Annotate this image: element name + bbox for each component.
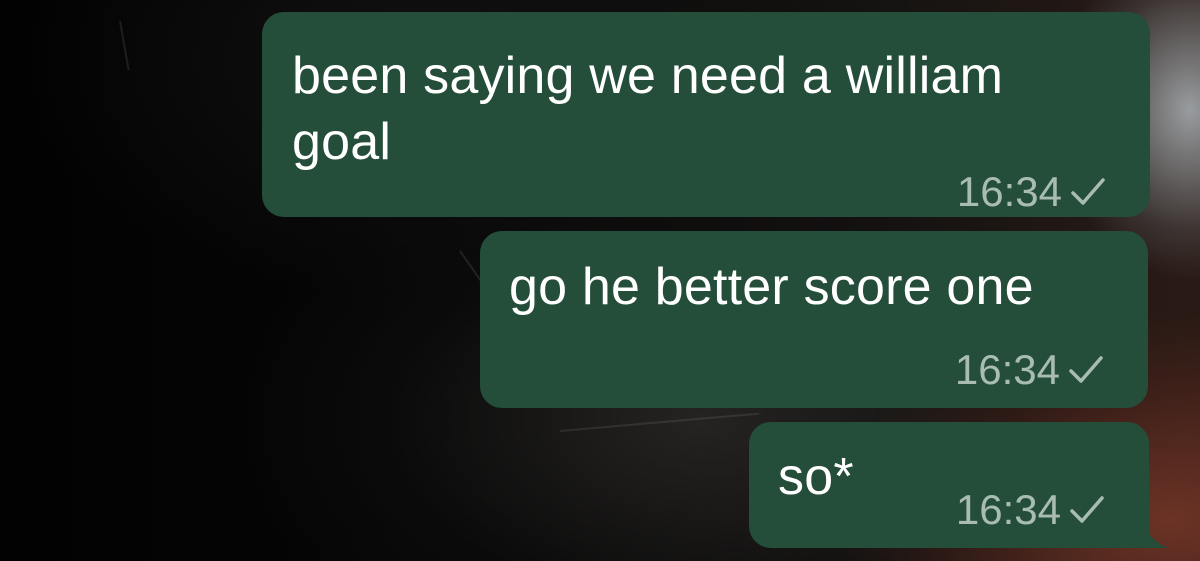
sent-checkmark-icon — [1070, 496, 1104, 523]
message-text: been saying we need a william goal — [292, 47, 1004, 171]
sent-checkmark-icon — [1069, 356, 1103, 383]
message-text: go he better score one — [509, 258, 1034, 316]
message-meta: 16:34 — [956, 486, 1105, 534]
outgoing-message-bubble[interactable]: been saying we need a william goal 16:34 — [262, 12, 1150, 217]
message-time: 16:34 — [956, 168, 1062, 215]
message-time: 16:34 — [954, 346, 1060, 393]
outgoing-message-bubble[interactable]: go he better score one 16:34 — [480, 231, 1148, 408]
message-text: so* — [778, 448, 854, 506]
outgoing-message-bubble[interactable]: so* 16:34 — [749, 422, 1149, 548]
message-meta: 16:34 — [957, 168, 1106, 216]
message-meta: 16:34 — [955, 346, 1104, 394]
sent-checkmark-icon — [1071, 178, 1105, 205]
message-time: 16:34 — [955, 486, 1061, 533]
bubble-tail — [1140, 520, 1168, 548]
